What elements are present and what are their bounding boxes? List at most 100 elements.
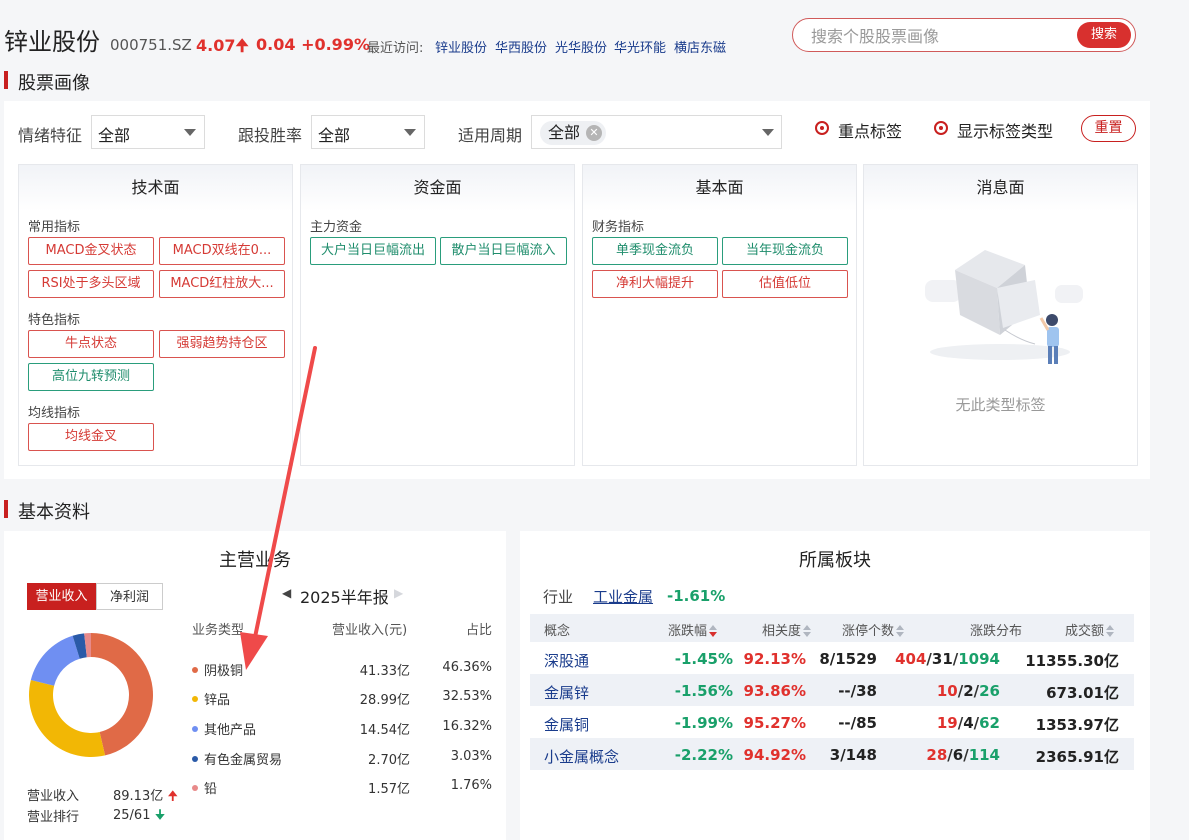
dist-up: 404	[895, 650, 927, 668]
sort-change[interactable]: 涨跌幅	[668, 620, 718, 639]
emotion-select[interactable]: 全部	[91, 115, 205, 149]
period-select[interactable]: 全部 ✕	[531, 115, 782, 149]
concept-dist: 404/31/1094	[870, 650, 1000, 668]
col-head: 相关度	[762, 624, 802, 639]
sort-amount[interactable]: 成交额	[1065, 620, 1115, 639]
toggle-revenue[interactable]: 营业收入	[27, 583, 96, 610]
business-name: 有色金属贸易	[204, 753, 283, 768]
rank-value: 25/61 🠋	[113, 806, 165, 828]
card-title: 消息面	[864, 165, 1137, 211]
chip-all: 全部 ✕	[540, 121, 607, 145]
industry-link[interactable]: 工业金属	[593, 586, 653, 607]
radio-key-tags[interactable]	[815, 121, 829, 135]
sort-icon	[1106, 625, 1115, 637]
sort-icon	[803, 625, 812, 637]
concept-link[interactable]: 小金属概念	[544, 746, 664, 767]
radio-label: 重点标签	[838, 122, 903, 141]
col-head: 涨跌幅	[668, 624, 708, 639]
donut-slice[interactable]	[30, 635, 80, 686]
tag[interactable]: 均线金叉	[28, 423, 154, 451]
search-box: 搜索	[792, 18, 1136, 52]
concept-corr: 94.92%	[743, 746, 806, 764]
sector-row[interactable]: 小金属概念 -2.22% 94.92% 3/148 28/6/114 2365.91亿	[530, 738, 1134, 770]
stock-name: 锌业股份	[4, 28, 100, 56]
recent-link[interactable]: 横店东磁	[674, 37, 726, 56]
card-title: 技术面	[19, 165, 292, 211]
industry-label: 行业	[543, 588, 574, 606]
tag[interactable]: MACD金叉状态	[28, 237, 154, 265]
next-period-icon[interactable]: ▶	[394, 586, 403, 600]
donut-slice[interactable]	[29, 679, 106, 757]
tag[interactable]: 牛点状态	[28, 330, 154, 358]
dist-flat: 4	[963, 714, 974, 732]
recent-link[interactable]: 华光环能	[614, 37, 666, 56]
sort-icon	[709, 625, 718, 637]
concept-corr: 93.86%	[743, 682, 806, 700]
arrow-up-icon: 🠉	[235, 36, 249, 55]
tag[interactable]: 高位九转预测	[28, 363, 154, 391]
dist-up: 28	[926, 746, 948, 764]
recent-link[interactable]: 华西股份	[495, 37, 547, 56]
concept-link[interactable]: 金属锌	[544, 682, 664, 703]
legend-dot	[192, 785, 198, 791]
select-value: 全部	[318, 126, 351, 145]
sector-row[interactable]: 深股通 -1.45% 92.13% 8/1529 404/31/1094 11355.30…	[530, 642, 1134, 674]
business-revenue: 41.33亿	[359, 664, 410, 679]
close-icon[interactable]: ✕	[586, 125, 603, 141]
radio-show-type[interactable]	[934, 121, 948, 135]
group-label: 均线指标	[28, 406, 81, 421]
card-capital: 资金面	[300, 164, 575, 466]
tag[interactable]: 当年现金流负	[722, 237, 848, 265]
caret-down-icon	[184, 129, 196, 136]
stock-change: 0.04 +0.99%	[256, 35, 370, 54]
dist-down: 1094	[958, 650, 1000, 668]
filter-label-period: 适用周期	[458, 126, 523, 145]
winrate-select[interactable]: 全部	[311, 115, 425, 149]
filter-label-emotion: 情绪特征	[18, 126, 83, 145]
empty-illustration-icon	[925, 250, 1083, 364]
sector-row[interactable]: 金属铜 -1.99% 95.27% --/85 19/4/62 1353.97亿	[530, 706, 1134, 738]
business-pct: 16.32%	[442, 719, 492, 734]
concept-corr: 95.27%	[743, 714, 806, 732]
recent-link[interactable]: 锌业股份	[435, 37, 487, 56]
concept-limit: --/85	[838, 714, 877, 732]
tag[interactable]: 估值低位	[722, 270, 848, 298]
radio-label: 显示标签类型	[957, 122, 1054, 141]
concept-link[interactable]: 深股通	[544, 650, 664, 671]
tag[interactable]: 净利大幅提升	[592, 270, 718, 298]
tag[interactable]: 大户当日巨幅流出	[310, 237, 436, 265]
chip-label: 全部	[548, 123, 581, 142]
business-revenue: 1.57亿	[368, 782, 410, 797]
recent-link[interactable]: 光华股份	[555, 37, 607, 56]
reset-button[interactable]: 重置	[1081, 115, 1136, 142]
legend-dot	[192, 696, 198, 702]
annotation-arrow-icon	[240, 346, 317, 670]
sector-row[interactable]: 金属锌 -1.56% 93.86% --/38 10/2/26 673.01亿	[530, 674, 1134, 706]
search-input[interactable]	[811, 25, 1051, 47]
search-button[interactable]: 搜索	[1077, 22, 1131, 48]
tag[interactable]: MACD双线在0...	[159, 237, 285, 265]
tag[interactable]: 散户当日巨幅流入	[440, 237, 567, 265]
business-revenue: 14.54亿	[359, 723, 410, 738]
tag[interactable]: MACD红柱放大...	[159, 270, 285, 298]
sector-table-header	[530, 614, 1134, 642]
concept-amount: 11355.30亿	[1025, 652, 1119, 670]
sort-icon	[896, 625, 905, 637]
concept-link[interactable]: 金属铜	[544, 714, 664, 735]
toggle-profit[interactable]: 净利润	[96, 583, 163, 610]
col-head: 涨跌分布	[970, 624, 1023, 639]
concept-amount: 1353.97亿	[1035, 716, 1119, 734]
legend-dot	[192, 667, 198, 673]
business-revenue: 28.99亿	[359, 693, 410, 708]
business-revenue: 2.70亿	[368, 753, 410, 768]
total-label: 营业收入	[27, 789, 80, 804]
stock-price: 4.07🠉	[196, 35, 249, 62]
concept-dist: 28/6/114	[870, 746, 1000, 764]
sort-corr[interactable]: 相关度	[762, 620, 812, 639]
tag[interactable]: RSI处于多头区域	[28, 270, 154, 298]
col-head: 涨停个数	[842, 624, 895, 639]
tag[interactable]: 单季现金流负	[592, 237, 718, 265]
col-head: 占比	[466, 623, 493, 638]
group-label: 主力资金	[310, 220, 363, 235]
sort-limit[interactable]: 涨停个数	[842, 620, 905, 639]
